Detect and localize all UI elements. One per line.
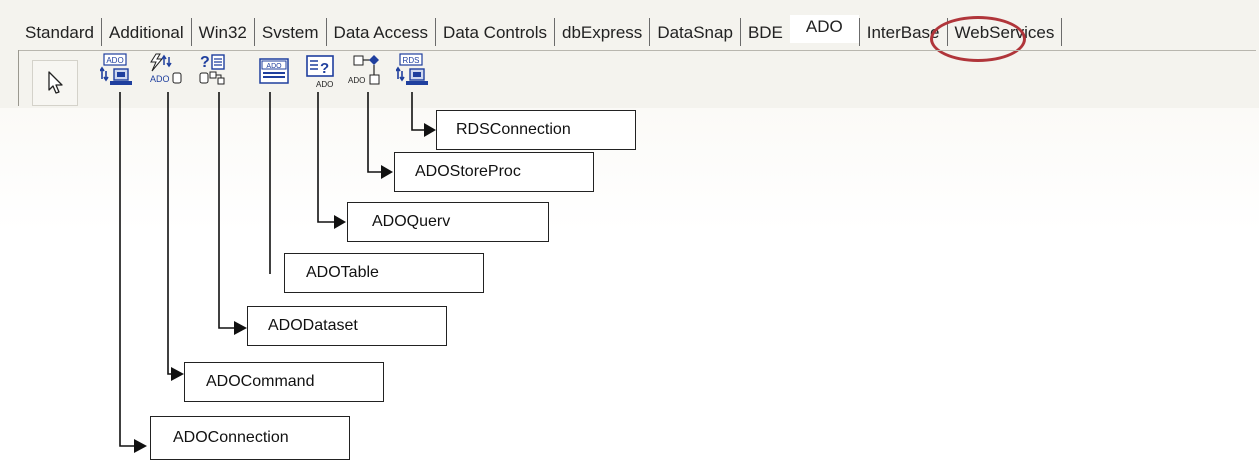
arrowhead-dataset <box>234 321 247 335</box>
arrowhead-rds <box>424 123 436 137</box>
label-text: RDSConnection <box>456 121 571 138</box>
label-adoquery: ADOQuerv <box>347 202 549 242</box>
arrowhead-query <box>334 215 346 229</box>
arrowhead-connection <box>134 439 147 453</box>
label-adotable: ADOTable <box>284 253 484 293</box>
label-text: ADOCommand <box>206 373 315 390</box>
label-adodataset: ADODataset <box>247 306 447 346</box>
label-text: ADOConnection <box>173 429 289 446</box>
connector-rds <box>411 92 424 131</box>
label-text: ADODataset <box>268 317 358 334</box>
label-adoconnection: ADOConnection <box>150 416 350 460</box>
connector-query <box>317 92 334 223</box>
connector-command <box>167 92 171 375</box>
label-text: ADOStoreProc <box>415 163 521 180</box>
label-adocommand: ADOCommand <box>184 362 384 402</box>
connector-storeproc <box>367 92 381 173</box>
arrowhead-storeproc <box>381 165 393 179</box>
label-adostoreproc: ADOStoreProc <box>394 152 594 192</box>
label-rdsconnection: RDSConnection <box>436 110 636 150</box>
label-text: ADOQuerv <box>372 213 451 230</box>
label-text: ADOTable <box>306 264 379 281</box>
connector-connection <box>119 92 134 447</box>
connector-dataset <box>218 92 234 329</box>
arrowhead-command <box>171 367 184 381</box>
